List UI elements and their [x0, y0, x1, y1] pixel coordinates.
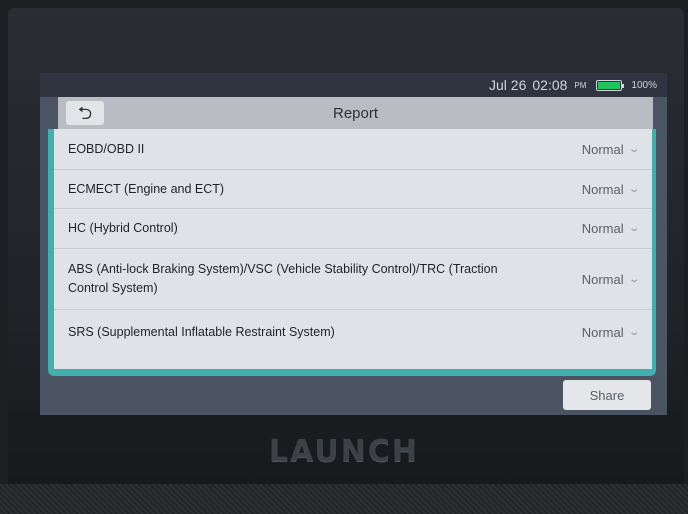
status-time-suffix: PM	[574, 80, 587, 90]
report-list: EOBD/OBD II Normal ⌄ ECMECT (Engine and …	[54, 129, 652, 369]
page-title: Report	[332, 104, 379, 122]
back-button[interactable]: ⮌	[66, 101, 104, 125]
status-dropdown[interactable]: Normal ⌄	[581, 324, 640, 340]
status-date: Jul 26	[489, 77, 527, 93]
share-button[interactable]: Share	[563, 380, 651, 410]
chevron-down-icon: ⌄	[627, 183, 640, 195]
status-dropdown[interactable]: Normal ⌄	[581, 181, 640, 197]
battery-icon	[596, 79, 625, 91]
bottom-toolbar: Share	[40, 376, 667, 415]
status-bar: Jul 26 02:08 PM 100%	[40, 73, 667, 97]
list-item-label: SRS (Supplemental Inflatable Restraint S…	[68, 324, 335, 339]
back-arrow-icon: ⮌	[77, 103, 93, 123]
status-value: Normal	[581, 181, 624, 197]
status-dropdown[interactable]: Normal ⌄	[581, 221, 640, 236]
chevron-down-icon: ⌄	[627, 326, 640, 338]
battery-percent: 100%	[631, 79, 657, 91]
list-item[interactable]: EOBD/OBD II Normal ⌄	[54, 129, 652, 170]
status-dropdown[interactable]: Normal ⌄	[581, 141, 640, 157]
list-item[interactable]: ECMECT (Engine and ECT) Normal ⌄	[54, 170, 652, 209]
chevron-down-icon: ⌄	[627, 273, 640, 285]
list-item-label: ECMECT (Engine and ECT)	[68, 181, 225, 196]
list-item-label: ABS (Anti-lock Braking System)/VSC (Vehi…	[68, 262, 498, 295]
status-value: Normal	[581, 141, 624, 157]
chevron-down-icon: ⌄	[627, 223, 640, 234]
status-value: Normal	[581, 221, 624, 236]
screen: Jul 26 02:08 PM 100% ⮌ Report EOBD/OBD I…	[40, 73, 667, 415]
status-dropdown[interactable]: Normal ⌄	[581, 271, 640, 287]
status-value: Normal	[581, 324, 624, 340]
list-item-label: EOBD/OBD II	[68, 141, 145, 156]
chevron-down-icon: ⌄	[627, 143, 640, 155]
title-bar: ⮌ Report	[58, 97, 653, 129]
list-item[interactable]: HC (Hybrid Control) Normal ⌄	[54, 209, 652, 249]
surface-texture	[0, 484, 688, 514]
status-time: 02:08	[532, 77, 568, 93]
list-item[interactable]: ABS (Anti-lock Braking System)/VSC (Vehi…	[54, 249, 652, 310]
list-item-label: HC (Hybrid Control)	[68, 221, 178, 235]
status-value: Normal	[581, 271, 624, 287]
list-item[interactable]: SRS (Supplemental Inflatable Restraint S…	[54, 310, 652, 354]
brand-logo: LAUNCH	[268, 434, 419, 469]
